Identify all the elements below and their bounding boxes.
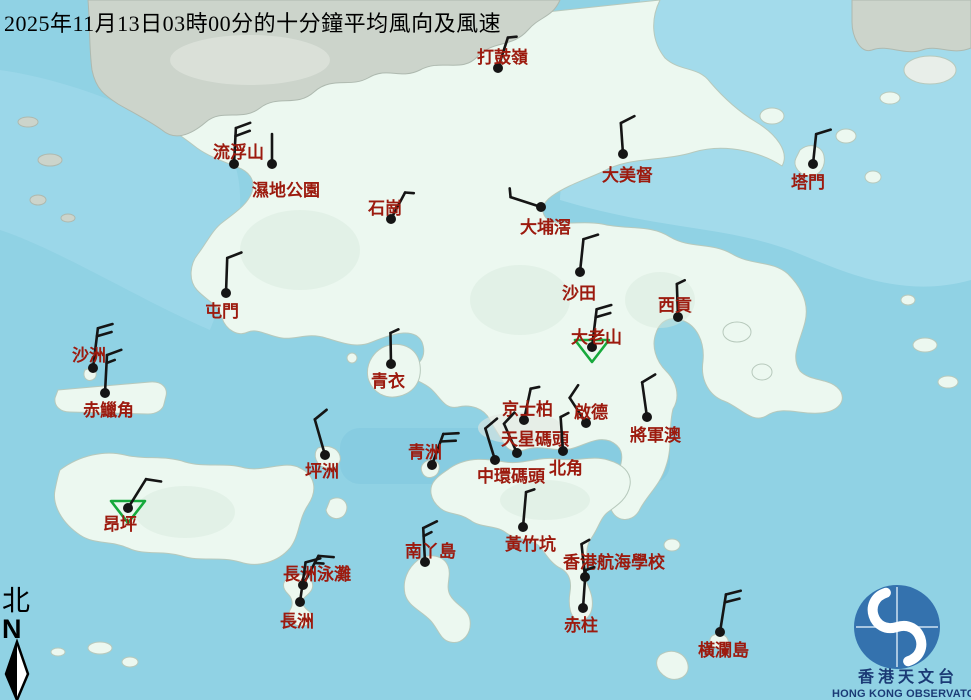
station-label: 天星碼頭 — [501, 430, 570, 449]
station-dot — [295, 597, 305, 607]
station-label: 將軍澳 — [630, 425, 682, 445]
compass-north-en: N — [2, 614, 22, 644]
station-label: 沙洲 — [72, 346, 106, 365]
station-label: 屯門 — [205, 301, 239, 321]
islet — [30, 195, 46, 205]
station-dot — [267, 159, 277, 169]
terrain-texture — [500, 480, 590, 520]
station-label: 塔門 — [791, 172, 825, 192]
islet — [347, 353, 357, 363]
station-dot — [558, 446, 568, 456]
islet — [880, 92, 900, 104]
map-canvas: 打鼓嶺流浮山濕地公園石崗大埔滘沙田大美督塔門屯門沙洲赤鱲角大老山西貢青衣京士柏啟… — [0, 0, 971, 700]
islet — [752, 364, 772, 380]
station-dot — [575, 267, 585, 277]
islet — [904, 56, 956, 84]
station-label: 沙田 — [562, 284, 596, 303]
station-label: 青衣 — [371, 371, 405, 391]
terrain-texture — [135, 486, 235, 538]
station-label: 流浮山 — [213, 142, 264, 162]
islet — [865, 171, 881, 183]
islet — [901, 295, 915, 305]
wind-map: 打鼓嶺流浮山濕地公園石崗大埔滘沙田大美督塔門屯門沙洲赤鱲角大老山西貢青衣京士柏啟… — [0, 0, 971, 700]
terrain-texture — [470, 265, 570, 335]
terrain-texture — [240, 210, 360, 290]
islet — [723, 322, 751, 342]
station-label: 香港航海學校 — [563, 552, 666, 572]
station-label: 大美督 — [602, 165, 653, 185]
station-dot — [123, 503, 133, 513]
station-dot — [221, 288, 231, 298]
islet — [38, 154, 62, 166]
islet — [88, 642, 112, 654]
compass-north-cn: 北 — [2, 586, 30, 617]
station-label: 黃竹坑 — [504, 534, 556, 554]
station-label: 昂坪 — [103, 515, 137, 534]
islet — [122, 657, 138, 667]
station-label: 赤柱 — [564, 615, 598, 635]
station-label: 橫瀾島 — [698, 640, 749, 660]
islet — [913, 338, 937, 352]
urban-texture — [170, 35, 330, 85]
station-label: 大老山 — [571, 327, 622, 347]
station-label: 石崗 — [367, 199, 402, 218]
station-label: 赤鱲角 — [83, 400, 134, 420]
station-label: 西貢 — [658, 296, 692, 315]
station-label: 中環碼頭 — [477, 466, 546, 486]
station-label: 啟德 — [574, 402, 608, 422]
station-dot — [618, 149, 628, 159]
islet — [51, 648, 65, 656]
station-dot — [536, 202, 546, 212]
islet — [836, 129, 856, 143]
station-dot — [578, 603, 588, 613]
station-label: 濕地公園 — [252, 180, 320, 200]
station-label: 長洲 — [280, 612, 314, 631]
wind-barb-stem — [226, 258, 227, 293]
map-title: 2025年11月13日03時00分的十分鐘平均風向及風速 — [4, 6, 501, 38]
islet — [938, 376, 958, 388]
station-dot — [518, 522, 528, 532]
islet — [61, 214, 75, 222]
station-dot — [715, 627, 725, 637]
station-label: 長洲泳灘 — [283, 564, 351, 584]
station-dot — [642, 412, 652, 422]
station-label: 南丫島 — [405, 541, 456, 561]
islet — [760, 108, 784, 124]
landmass-top-right — [852, 0, 971, 52]
station-dot — [512, 448, 522, 458]
station-dot — [808, 159, 818, 169]
station-dot — [490, 455, 500, 465]
islet — [664, 539, 680, 551]
station-label: 坪洲 — [305, 462, 339, 481]
island-hei-ling-chau — [326, 498, 347, 519]
station-dot — [320, 450, 330, 460]
hko-logo-name-en: HONG KONG OBSERVATORY — [832, 688, 971, 700]
station-label: 北角 — [549, 458, 583, 478]
station-dot — [386, 359, 396, 369]
hko-logo-name-cn: 香港天文台 — [857, 667, 958, 686]
station-label: 大埔滘 — [520, 217, 571, 237]
station-label: 青洲 — [408, 442, 442, 462]
station-dot — [100, 388, 110, 398]
station-label: 打鼓嶺 — [477, 47, 528, 67]
islet — [18, 117, 38, 127]
